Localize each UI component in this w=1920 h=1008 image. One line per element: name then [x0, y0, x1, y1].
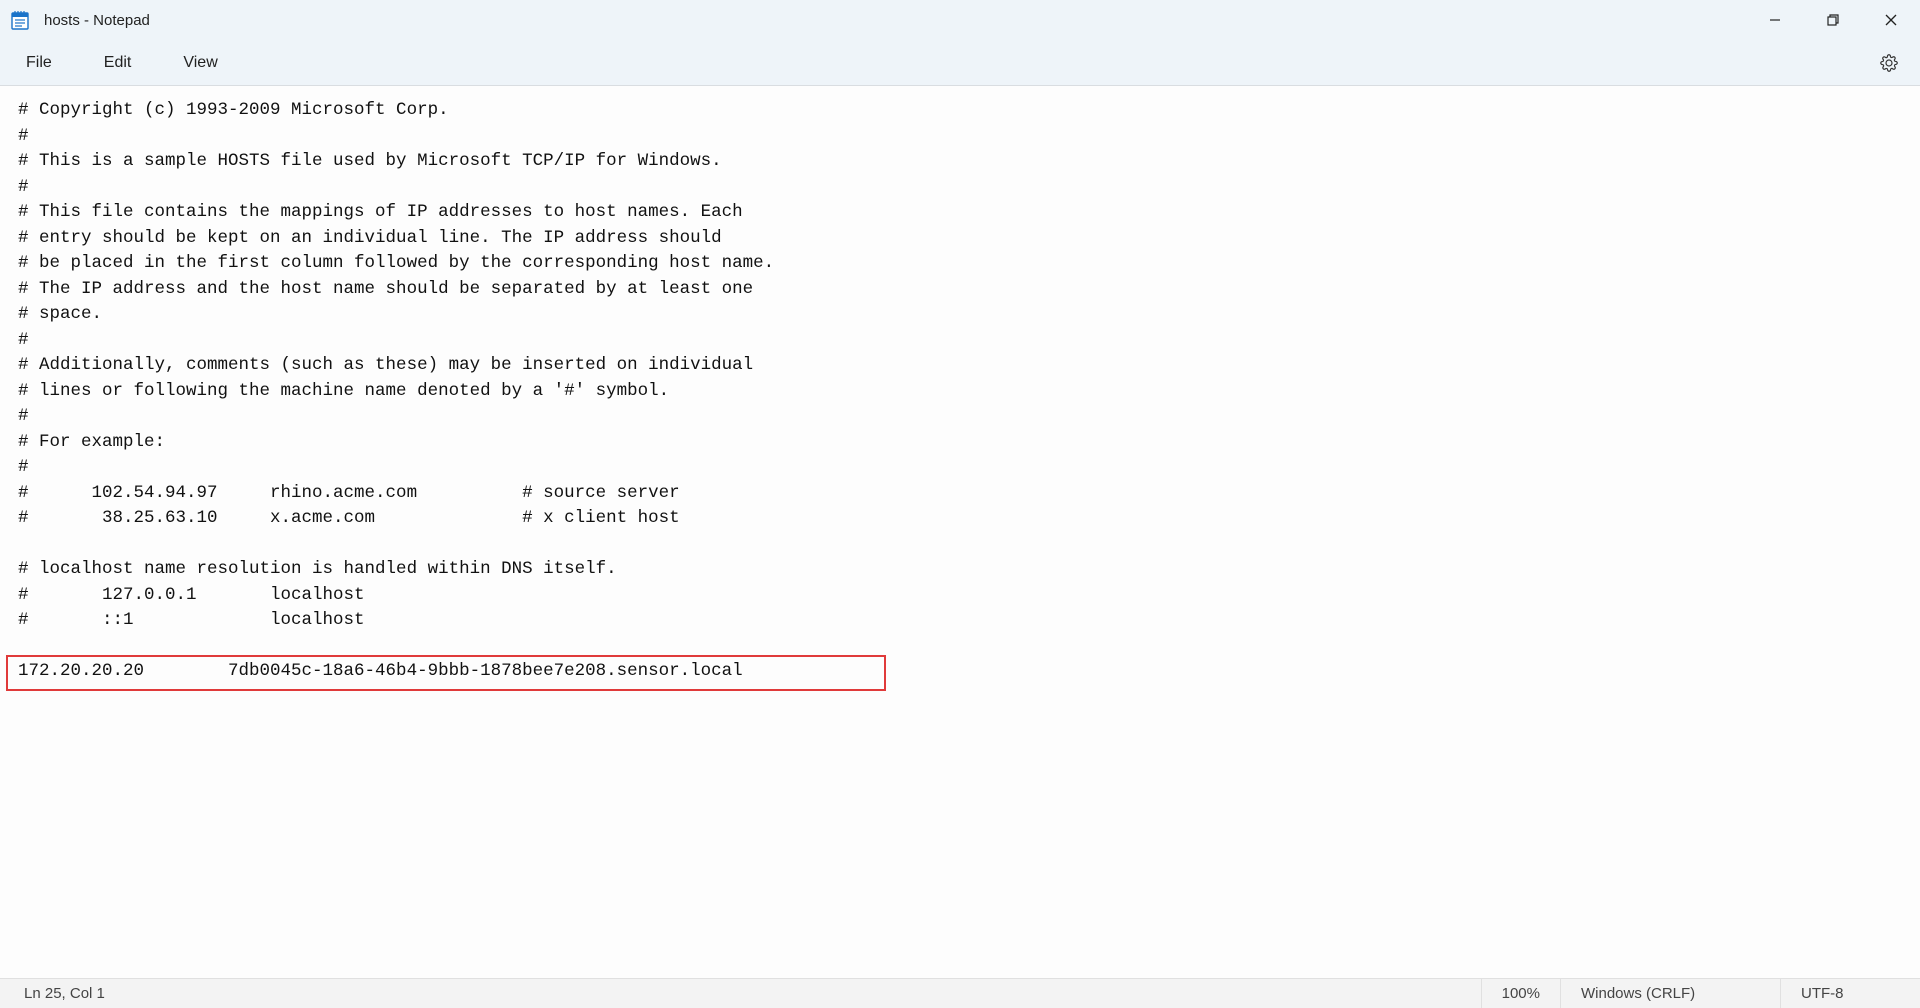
menu-edit[interactable]: Edit	[92, 48, 144, 78]
status-encoding: UTF-8	[1780, 979, 1920, 1008]
menubar: File Edit View	[0, 40, 1920, 86]
close-button[interactable]	[1862, 0, 1920, 40]
text-editor[interactable]: # Copyright (c) 1993-2009 Microsoft Corp…	[0, 86, 1920, 978]
maximize-button[interactable]	[1804, 0, 1862, 40]
window-title: hosts - Notepad	[44, 12, 150, 29]
notepad-icon	[10, 10, 30, 30]
window-controls	[1746, 0, 1920, 40]
status-position: Ln 25, Col 1	[0, 979, 125, 1008]
settings-button[interactable]	[1866, 40, 1912, 86]
editor-content: # Copyright (c) 1993-2009 Microsoft Corp…	[18, 100, 774, 681]
minimize-button[interactable]	[1746, 0, 1804, 40]
statusbar: Ln 25, Col 1 100% Windows (CRLF) UTF-8	[0, 978, 1920, 1008]
menu-view[interactable]: View	[171, 48, 229, 78]
menu-file[interactable]: File	[14, 48, 64, 78]
gear-icon	[1880, 54, 1898, 72]
status-zoom[interactable]: 100%	[1481, 979, 1560, 1008]
titlebar: hosts - Notepad	[0, 0, 1920, 40]
status-line-ending: Windows (CRLF)	[1560, 979, 1780, 1008]
